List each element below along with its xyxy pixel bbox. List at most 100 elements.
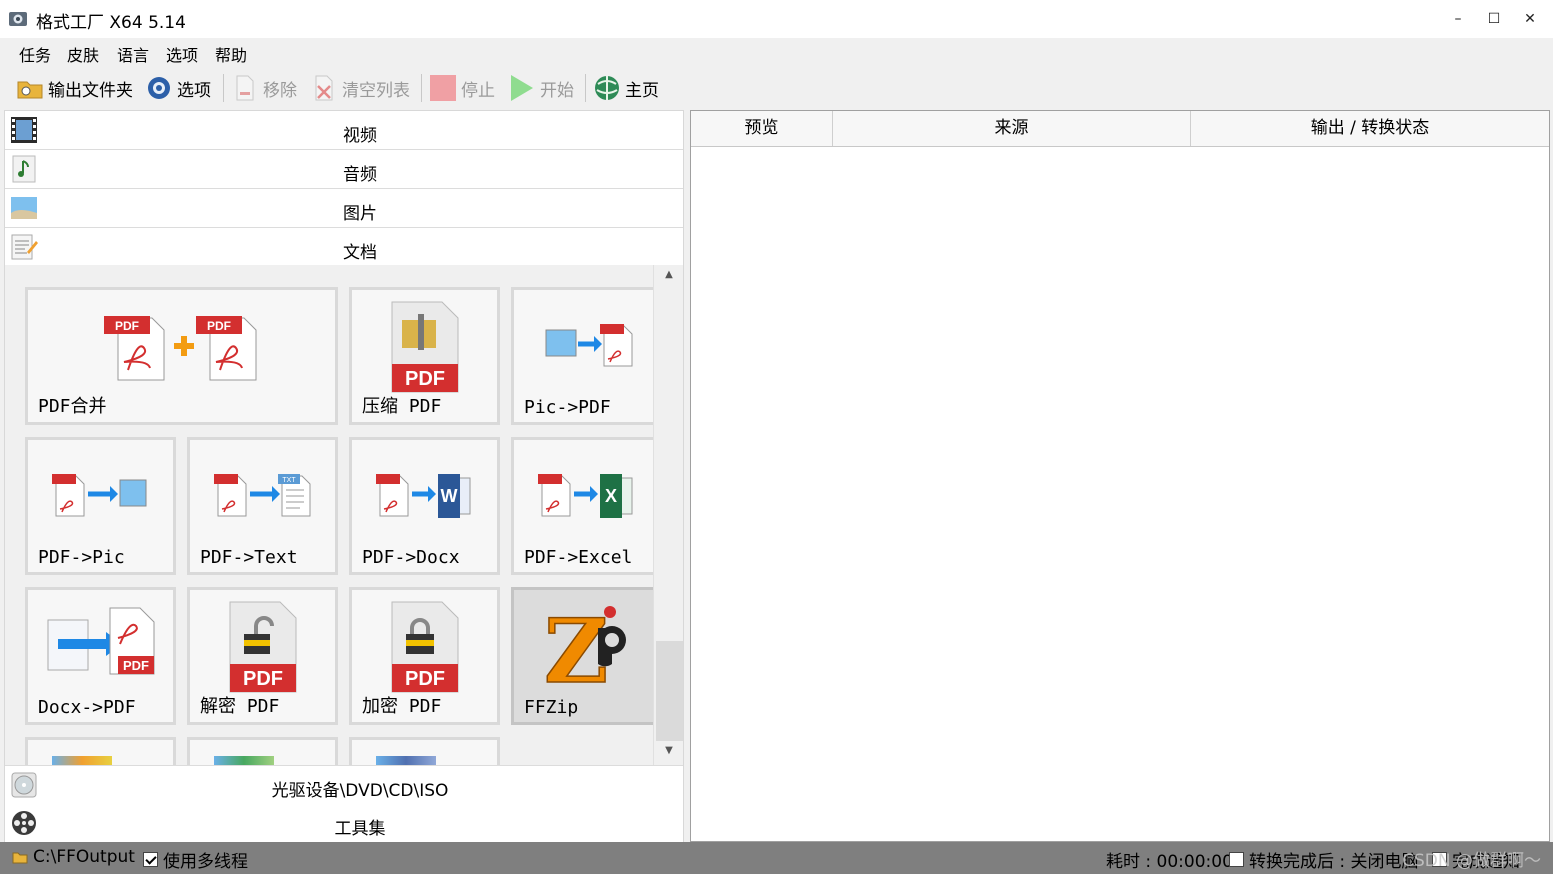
category-audio[interactable]: 音频 [5, 150, 683, 189]
tile-pdf-to-excel[interactable]: X PDF->Excel [511, 437, 657, 575]
stop-button[interactable]: 停止 [429, 72, 495, 104]
word-badge-text: W [441, 486, 458, 506]
category-tools[interactable]: 工具集 [5, 804, 683, 842]
menu-skin[interactable]: 皮肤 [67, 42, 99, 66]
tile-compress-pdf-label: 压缩 PDF [362, 396, 442, 417]
scroll-up-arrow-icon[interactable]: ▲ [654, 265, 683, 285]
output-folder-button[interactable]: 输出文件夹 [16, 72, 133, 104]
pdf-badge-text: PDF [243, 668, 283, 690]
compress-pdf-icon: PDF [391, 301, 459, 393]
after-done-checkbox[interactable] [1229, 852, 1244, 867]
tile-docx-to-pdf-label: Docx->PDF [38, 697, 136, 718]
title-bar: 格式工厂 X64 5.14 – ☐ ✕ [0, 0, 1553, 38]
pdf-merge-icon: PDF PDF [104, 316, 257, 381]
partial-tile-art [214, 756, 274, 765]
ffzip-logo-icon: Z [543, 598, 626, 694]
maximize-button[interactable]: ☐ [1476, 0, 1512, 38]
tile-pdf-to-pic-label: PDF->Pic [38, 547, 125, 568]
multithread-label: 使用多线程 [163, 852, 248, 872]
start-button[interactable]: 开始 [508, 72, 574, 104]
category-document[interactable]: 文档 [5, 228, 683, 267]
elapsed-time: 耗时 : 00:00:00 [1106, 847, 1233, 872]
options-button[interactable]: 选项 [145, 72, 211, 104]
tile-ffzip[interactable]: Z FFZip [511, 587, 657, 725]
pdf-badge-text: PDF [123, 658, 149, 673]
after-done-option[interactable]: 转换完成后 : 关闭电脑 [1229, 847, 1419, 872]
output-path[interactable]: C:\FFOutput [12, 847, 135, 867]
encrypt-pdf-icon: PDF [391, 601, 459, 693]
stop-icon [430, 75, 456, 101]
folder-icon [12, 852, 28, 864]
category-tools-label: 工具集 [334, 819, 386, 839]
home-label: 主页 [625, 80, 659, 101]
window-title: 格式工厂 X64 5.14 [36, 13, 186, 33]
menu-options[interactable]: 选项 [166, 42, 198, 66]
tile-decrypt-pdf-label: 解密 PDF [200, 696, 280, 717]
tile-pdf-to-pic[interactable]: PDF->Pic [25, 437, 176, 575]
remove-button[interactable]: 移除 [231, 72, 297, 104]
multithread-option[interactable]: 使用多线程 [143, 847, 248, 872]
pdf-badge-text: PDF [115, 319, 139, 333]
category-video[interactable]: 视频 [5, 111, 683, 150]
menu-language[interactable]: 语言 [117, 42, 149, 66]
category-picture[interactable]: 图片 [5, 189, 683, 228]
tiles-scrollbar[interactable]: ▲ ▼ [653, 265, 683, 765]
toolbar-separator [223, 74, 224, 102]
tile-pdf-to-text[interactable]: TXT PDF->Text [187, 437, 338, 575]
minimize-button[interactable]: – [1440, 0, 1476, 38]
category-document-label: 文档 [343, 243, 377, 263]
column-source[interactable]: 来源 [833, 111, 1191, 146]
tile-compress-pdf[interactable]: PDF 压缩 PDF [349, 287, 500, 425]
tile-partial-3[interactable] [349, 737, 500, 765]
category-audio-label: 音频 [343, 165, 377, 185]
tile-pdf-to-docx[interactable]: W PDF->Docx [349, 437, 500, 575]
remove-document-icon [236, 75, 254, 101]
scroll-down-arrow-icon[interactable]: ▼ [654, 741, 683, 761]
tile-pdf-to-docx-label: PDF->Docx [362, 547, 460, 568]
folder-icon [17, 81, 43, 99]
tile-docx-to-pdf[interactable]: PDF Docx->PDF [25, 587, 176, 725]
tile-pdf-to-text-label: PDF->Text [200, 547, 298, 568]
options-gear-icon [148, 77, 170, 99]
csdn-watermark: CSDN @做群啊～ [1402, 851, 1541, 871]
options-label: 选项 [177, 80, 211, 101]
column-output-status[interactable]: 输出 / 转换状态 [1191, 111, 1549, 146]
play-icon [511, 75, 533, 101]
clear-list-label: 清空列表 [342, 80, 410, 101]
pdf-badge-text: PDF [405, 368, 445, 390]
status-bar: C:\FFOutput 使用多线程 耗时 : 00:00:00 转换完成后 : … [0, 842, 1553, 874]
close-button[interactable]: ✕ [1512, 0, 1548, 38]
menu-task[interactable]: 任务 [19, 42, 51, 66]
category-rom-device-label: 光驱设备\DVD\CD\ISO [271, 781, 449, 801]
menu-help[interactable]: 帮助 [215, 42, 247, 66]
tile-partial-1[interactable] [25, 737, 176, 765]
tile-decrypt-pdf[interactable]: PDF 解密 PDF [187, 587, 338, 725]
multithread-checkbox[interactable] [143, 852, 158, 867]
column-preview[interactable]: 预览 [691, 111, 833, 146]
pdf-badge-text: PDF [207, 319, 231, 333]
after-done-label: 转换完成后 : 关闭电脑 [1249, 852, 1419, 872]
tile-encrypt-pdf-label: 加密 PDF [362, 696, 442, 717]
category-rom-device[interactable]: 光驱设备\DVD\CD\ISO [5, 765, 683, 805]
scrollbar-thumb[interactable] [656, 641, 683, 741]
excel-badge-text: X [605, 486, 617, 506]
pdf-to-text-icon: TXT [214, 474, 311, 517]
toolbar-separator [585, 74, 586, 102]
tile-pic-to-pdf[interactable]: Pic->PDF [511, 287, 657, 425]
task-list-header: 预览 来源 输出 / 转换状态 [691, 111, 1549, 147]
home-button[interactable]: 主页 [593, 72, 659, 104]
tile-encrypt-pdf[interactable]: PDF 加密 PDF [349, 587, 500, 725]
remove-label: 移除 [263, 80, 297, 101]
clear-list-icon [315, 75, 333, 101]
clear-list-button[interactable]: 清空列表 [310, 72, 410, 104]
output-folder-label: 输出文件夹 [48, 80, 133, 101]
tile-pdf-merge-label: PDF合并 [38, 396, 107, 417]
category-picture-label: 图片 [343, 204, 377, 224]
pdf-to-excel-icon: X [538, 474, 633, 518]
tile-ffzip-label: FFZip [524, 697, 579, 718]
elapsed-time-label: 耗时 : 00:00:00 [1106, 852, 1233, 872]
pic-to-pdf-icon [545, 324, 633, 367]
tile-pdf-merge[interactable]: PDF PDF PDF合并 [25, 287, 338, 425]
tile-partial-2[interactable] [187, 737, 338, 765]
pdf-badge-text: PDF [405, 668, 445, 690]
